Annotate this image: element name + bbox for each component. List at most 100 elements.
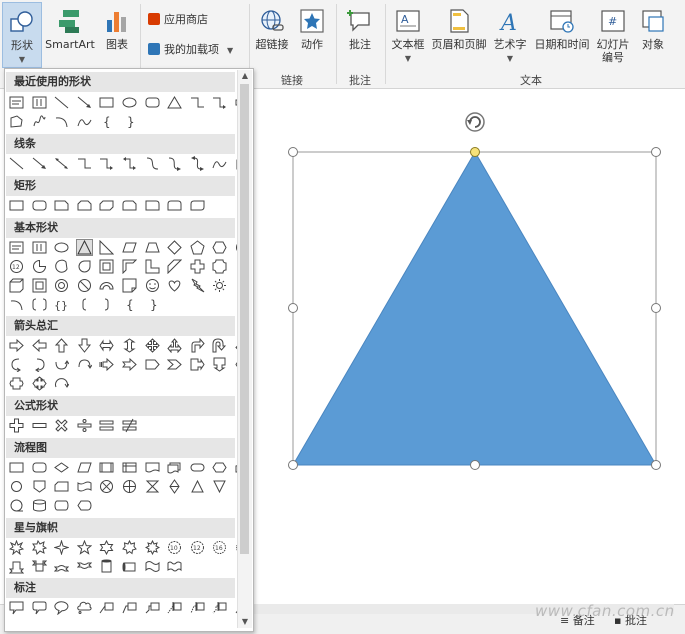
flowchart-collate-shape-icon[interactable] [145,479,160,494]
vertical-scroll-shape-icon[interactable] [99,559,114,574]
smiley-face-shape-icon[interactable] [145,278,160,293]
left-brace-shape-icon[interactable]: { [99,114,114,129]
chevron-shape-icon[interactable] [167,357,182,372]
oval-callout-shape-icon[interactable] [54,600,69,615]
round-diagonal-rectangle-shape-icon[interactable] [190,198,205,213]
header-footer-button[interactable]: 页眉和页脚 [430,2,488,68]
lightning-bolt-shape-icon[interactable] [190,278,205,293]
rounded-rectangular-callout-shape-icon[interactable] [32,600,47,615]
right-triangle-shape-icon[interactable] [99,240,115,255]
flowchart-display-shape-icon[interactable] [77,498,92,513]
line-callout-1-accent-bar-shape-icon[interactable] [167,600,182,615]
textbox-shape-icon[interactable] [9,240,24,255]
up-arrow-shape-icon[interactable] [54,338,69,353]
explosion-2-shape-icon[interactable] [31,540,47,555]
no-symbol-shape-icon[interactable] [77,278,92,293]
twelve-point-star-shape-icon[interactable]: 12 [190,540,205,555]
left-right-arrow-shape-icon[interactable] [99,338,114,353]
line-callout-2-accent-bar-shape-icon[interactable] [190,600,205,615]
hexagon-shape-icon[interactable] [212,240,227,255]
flowchart-document-shape-icon[interactable] [145,460,160,475]
action-button[interactable]: 动作 [294,2,330,68]
freeform-shape-icon[interactable] [9,114,24,129]
triangle-shape[interactable] [292,151,657,466]
snip-diagonal-rectangle-shape-icon[interactable] [99,198,114,213]
curved-up-arrow-shape-icon[interactable] [54,357,70,372]
cube-shape-icon[interactable] [9,278,24,293]
flowchart-magnetic-disk-shape-icon[interactable] [32,498,47,513]
rounded-rectangle-shape-icon[interactable] [32,198,47,213]
arc-shape-icon[interactable] [9,297,24,312]
double-brace-shape-icon[interactable]: {} [54,297,69,312]
curve-shape-icon[interactable] [77,114,92,129]
shapes-button[interactable]: 形状 ▼ [2,2,42,68]
elbow-arrow-connector-shape-icon[interactable] [99,156,114,171]
divide-shape-icon[interactable] [77,418,92,433]
gallery-vertical-scrollbar[interactable]: ▲ ▼ [237,70,252,628]
l-shape-icon[interactable] [145,259,160,274]
up-down-arrow-shape-icon[interactable] [122,338,137,353]
hyperlink-button[interactable]: 超链接 [252,2,292,68]
rotate-handle[interactable] [465,112,485,132]
sixteen-point-star-shape-icon[interactable]: 16 [212,540,227,555]
resize-handle-bottom-right[interactable] [651,460,661,470]
left-right-arrow-callout-shape-icon[interactable] [9,376,24,391]
down-arrow-callout-shape-icon[interactable] [212,357,227,372]
line-callout-3-accent-bar-shape-icon[interactable] [212,600,227,615]
double-wave-shape-icon[interactable] [167,559,182,574]
flowchart-sequential-access-storage-shape-icon[interactable] [9,498,24,513]
half-frame-shape-icon[interactable] [122,259,137,274]
curved-arrow-connector-shape-icon[interactable] [167,156,182,171]
six-point-star-shape-icon[interactable] [99,540,114,555]
snip-round-rectangle-shape-icon[interactable] [122,198,137,213]
flowchart-preparation-shape-icon[interactable] [212,460,227,475]
plus-shape-icon[interactable] [9,418,24,433]
notched-right-arrow-shape-icon[interactable] [121,357,137,372]
dodecagon-shape-icon[interactable]: 12 [9,259,24,274]
right-brace-shape-icon[interactable]: } [145,297,160,312]
oval-shape-icon[interactable] [122,95,137,110]
resize-handle-left[interactable] [288,303,298,313]
scribble-shape-icon[interactable] [32,114,47,129]
line-callout-3-shape-icon[interactable] [145,600,160,615]
curved-left-arrow-shape-icon[interactable] [32,357,47,372]
scrollbar-thumb[interactable] [240,84,249,554]
resize-handle-top-left[interactable] [288,147,298,157]
resize-handle-bottom[interactable] [470,460,480,470]
textbox-button[interactable]: A 文本框 ▼ [388,2,428,68]
resize-handle-top-right[interactable] [651,147,661,157]
curve-shape-icon[interactable] [212,156,227,171]
elbow-connector-shape-icon[interactable] [77,156,92,171]
arrow-line-shape-icon[interactable] [32,156,47,171]
flowchart-merge-shape-icon[interactable] [212,479,227,494]
horizontal-scroll-shape-icon[interactable] [122,559,137,574]
flowchart-connector-shape-icon[interactable] [9,479,24,494]
slide-number-button[interactable]: # 幻灯片 编号 [594,2,632,68]
flowchart-predefined-process-shape-icon[interactable] [99,460,114,475]
seven-point-star-shape-icon[interactable] [122,540,137,555]
minus-shape-icon[interactable] [32,418,47,433]
plaque-shape-icon[interactable] [212,259,227,274]
my-addins-button[interactable]: 我的加载项 ▼ [148,40,233,60]
bent-arrow-shape-icon[interactable] [190,338,205,353]
up-ribbon-shape-icon[interactable] [9,559,24,574]
explosion-1-shape-icon[interactable] [9,540,24,555]
down-arrow-shape-icon[interactable] [77,338,92,353]
flowchart-card-shape-icon[interactable] [54,479,69,494]
equal-shape-icon[interactable] [99,418,114,433]
vertical-textbox-shape-icon[interactable] [32,240,47,255]
adjust-handle[interactable] [470,147,480,157]
diagonal-stripe-shape-icon[interactable] [167,259,183,274]
chord-shape-icon[interactable] [54,259,69,274]
flowchart-data-shape-icon[interactable] [77,460,92,475]
right-brace-shape-icon[interactable]: } [122,114,137,129]
right-arrow-callout-shape-icon[interactable] [190,357,205,372]
snip-corner-rectangle-shape-icon[interactable] [54,198,69,213]
left-arrow-shape-icon[interactable] [31,338,47,353]
double-arrow-line-shape-icon[interactable] [54,156,69,171]
store-button[interactable]: 应用商店 [148,10,208,30]
down-ribbon-shape-icon[interactable] [31,559,47,574]
flowchart-direct-access-storage-shape-icon[interactable] [54,498,69,513]
scroll-up-icon[interactable]: ▲ [238,70,252,82]
flowchart-decision-shape-icon[interactable] [54,460,70,475]
